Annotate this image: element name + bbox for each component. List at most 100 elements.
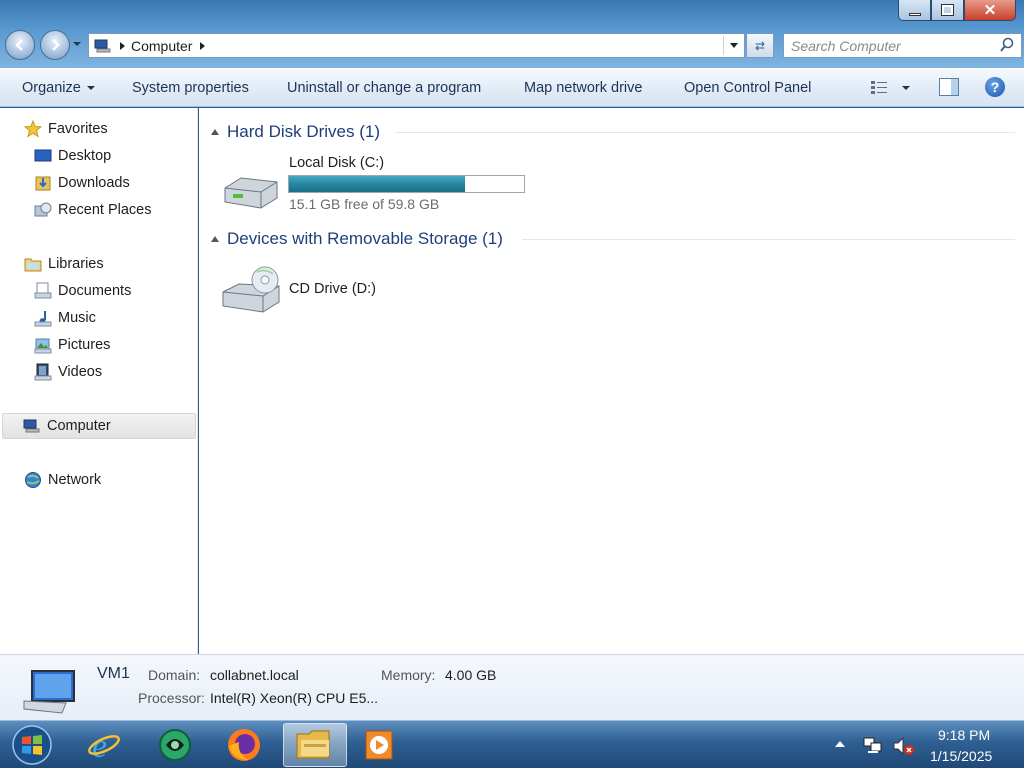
forward-arrow-icon: [52, 39, 60, 51]
volume-muted-icon[interactable]: [892, 735, 916, 757]
computer-name: VM1: [97, 665, 130, 682]
media-player-icon: [365, 730, 393, 760]
star-icon: [24, 120, 42, 138]
chevron-down-icon: [902, 86, 910, 90]
sidebar-item-label: Favorites: [48, 121, 108, 137]
sidebar-item-label: Libraries: [48, 256, 104, 272]
group-header-removable[interactable]: Devices with Removable Storage (1): [211, 229, 503, 249]
hard-drive-icon: [224, 177, 278, 209]
address-divider: [723, 36, 724, 55]
clock-time[interactable]: 9:18 PM: [938, 727, 990, 743]
sidebar-item-label: Computer: [47, 418, 111, 434]
domain-value: collabnet.local: [210, 667, 299, 683]
maximize-button[interactable]: [931, 0, 964, 21]
computer-icon: [94, 39, 111, 52]
forward-button[interactable]: [40, 30, 70, 60]
breadcrumb-separator-icon[interactable]: [120, 41, 125, 50]
taskbar: e 9:18 PM 1/15/2025: [0, 720, 1024, 768]
taskbar-firefox[interactable]: [212, 723, 276, 767]
search-box[interactable]: [783, 33, 1022, 58]
memory-label: Memory:: [381, 667, 436, 683]
system-properties-button[interactable]: System properties: [132, 80, 249, 96]
search-icon: [1000, 37, 1014, 52]
sidebar-item-downloads[interactable]: Downloads: [34, 174, 130, 192]
computer-icon: [23, 670, 75, 714]
taskbar-internet-explorer[interactable]: e: [72, 723, 136, 767]
search-input[interactable]: [791, 37, 991, 54]
close-icon: ✕: [983, 1, 997, 19]
sidebar-item-libraries[interactable]: Libraries: [24, 255, 104, 273]
pictures-icon: [34, 336, 52, 354]
address-dropdown-icon[interactable]: [730, 43, 738, 48]
taskbar-media-player[interactable]: [348, 723, 412, 767]
windows-logo-icon: [12, 725, 52, 765]
uninstall-program-button[interactable]: Uninstall or change a program: [287, 80, 481, 96]
clock-date[interactable]: 1/15/2025: [930, 748, 992, 764]
preview-pane-icon: [951, 79, 958, 95]
sidebar-item-label: Desktop: [58, 148, 112, 164]
sidebar-item-label: Recent Places: [58, 202, 152, 218]
processor-label: Processor:: [138, 690, 205, 706]
minimize-button[interactable]: [898, 0, 931, 21]
group-header-hard-disks[interactable]: Hard Disk Drives (1): [211, 122, 380, 142]
preview-pane-button[interactable]: [939, 78, 959, 96]
minimize-icon: [908, 12, 921, 16]
organize-label: Organize: [22, 80, 81, 96]
firefox-icon: [228, 729, 260, 761]
disk-usage-fill: [289, 176, 466, 192]
group-header-label: Hard Disk Drives (1): [227, 122, 381, 141]
sidebar-item-documents[interactable]: Documents: [34, 282, 131, 300]
close-button[interactable]: ✕: [964, 0, 1016, 21]
refresh-button[interactable]: ⇄: [746, 33, 774, 58]
navigation-pane: Favorites Desktop Downloads Recent Place…: [0, 108, 198, 654]
disk-usage-bar: [288, 175, 525, 193]
sidebar-item-music[interactable]: Music: [34, 309, 96, 327]
sidebar-item-label: Music: [58, 310, 96, 326]
chevron-down-icon: [86, 86, 95, 91]
sidebar-item-label: Pictures: [58, 337, 111, 353]
breadcrumb-separator-icon[interactable]: [200, 41, 206, 50]
sidebar-item-label: Network: [48, 472, 102, 488]
open-control-panel-button[interactable]: Open Control Panel: [684, 80, 811, 96]
start-button[interactable]: [2, 723, 62, 767]
sidebar-item-network[interactable]: Network: [24, 471, 101, 489]
details-pane: VM1 Domain: collabnet.local Memory: 4.00…: [0, 654, 1024, 720]
organize-button[interactable]: Organize: [22, 80, 95, 96]
window-controls: ✕: [898, 0, 1016, 21]
svg-text:e: e: [92, 728, 107, 763]
title-bar: ✕ Computer ⇄: [0, 0, 1024, 68]
computer-icon: [23, 417, 41, 435]
address-bar[interactable]: Computer: [88, 33, 745, 58]
divider: [395, 132, 1015, 133]
sidebar-item-label: Videos: [58, 364, 103, 380]
sidebar-item-label: Documents: [58, 283, 132, 299]
show-hidden-icons-icon[interactable]: [835, 741, 845, 747]
sidebar-item-favorites[interactable]: Favorites: [24, 120, 108, 138]
sidebar-item-label: Downloads: [58, 175, 130, 191]
taskbar-windows-explorer[interactable]: [283, 723, 347, 767]
help-icon: ?: [990, 79, 1000, 95]
network-status-icon[interactable]: [862, 736, 884, 756]
sidebar-item-desktop[interactable]: Desktop: [34, 147, 111, 165]
sidebar-item-computer[interactable]: Computer: [2, 413, 196, 439]
history-dropdown-icon[interactable]: [73, 42, 81, 46]
change-view-button[interactable]: [870, 80, 910, 96]
local-disk-item[interactable]: [221, 170, 281, 212]
command-bar: Organize System properties Uninstall or …: [0, 68, 1024, 107]
sidebar-item-videos[interactable]: Videos: [34, 363, 102, 381]
videos-icon: [34, 363, 52, 381]
sidebar-item-pictures[interactable]: Pictures: [34, 336, 110, 354]
sidebar-item-recent-places[interactable]: Recent Places: [34, 201, 152, 219]
map-network-drive-button[interactable]: Map network drive: [524, 80, 642, 96]
cd-drive-name[interactable]: CD Drive (D:): [289, 281, 376, 297]
local-disk-name[interactable]: Local Disk (C:): [289, 155, 384, 171]
breadcrumb-computer[interactable]: Computer: [131, 38, 192, 54]
taskbar-green-app[interactable]: [143, 723, 207, 767]
cd-drive-item[interactable]: [221, 266, 283, 316]
help-button[interactable]: ?: [985, 77, 1005, 97]
music-icon: [34, 309, 52, 327]
group-header-label: Devices with Removable Storage (1): [227, 229, 503, 248]
folder-icon: [296, 730, 330, 759]
content-pane: Hard Disk Drives (1) Local Disk (C:) 15.…: [199, 108, 1024, 654]
back-button[interactable]: [5, 30, 35, 60]
